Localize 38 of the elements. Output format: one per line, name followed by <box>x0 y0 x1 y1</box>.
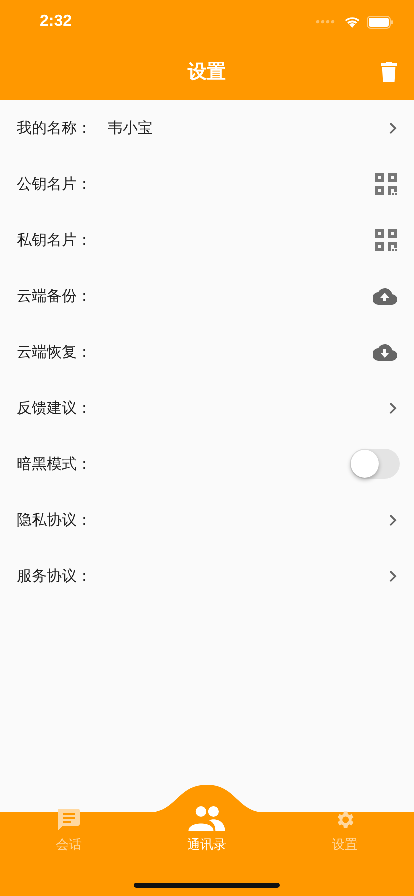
tab-label: 通讯录 <box>188 837 226 854</box>
qr-code-icon <box>375 173 397 195</box>
chat-icon <box>58 809 80 831</box>
status-time: 2:32 <box>40 13 72 31</box>
tab-label: 会话 <box>56 837 82 854</box>
tab-label: 设置 <box>332 837 358 854</box>
row-label: 反馈建议： <box>17 398 93 418</box>
row-label: 隐私协议： <box>17 510 93 530</box>
settings-row[interactable]: 我的名称： 韦小宝 <box>0 100 414 156</box>
settings-row[interactable]: 云端恢复： <box>0 324 414 380</box>
people-icon <box>188 806 226 831</box>
row-label: 公钥名片： <box>17 174 93 194</box>
page-title: 设置 <box>188 60 226 85</box>
row-label: 服务协议： <box>17 566 93 586</box>
dark-mode-toggle[interactable] <box>350 449 400 479</box>
chevron-icon <box>389 570 397 582</box>
settings-row[interactable]: 私钥名片： <box>0 212 414 268</box>
settings-row[interactable]: 公钥名片： <box>0 156 414 212</box>
row-value: 韦小宝 <box>108 118 153 138</box>
trash-icon[interactable] <box>381 62 397 82</box>
wifi-icon <box>344 16 361 28</box>
cloud-upload-icon <box>373 288 397 304</box>
qr-code-icon <box>375 229 397 251</box>
cloud-download-icon <box>373 344 397 360</box>
row-label: 私钥名片： <box>17 230 93 250</box>
battery-icon <box>367 16 394 28</box>
settings-row[interactable]: 服务协议： <box>0 548 414 604</box>
chevron-icon <box>389 122 397 134</box>
row-label: 暗黑模式： <box>17 454 93 474</box>
row-label: 云端备份： <box>17 286 93 306</box>
row-label: 我的名称： <box>17 118 93 138</box>
settings-row[interactable]: 隐私协议： <box>0 492 414 548</box>
chevron-icon <box>389 514 397 526</box>
settings-row[interactable]: 云端备份： <box>0 268 414 324</box>
settings-row[interactable]: 反馈建议： <box>0 380 414 436</box>
chevron-icon <box>389 402 397 414</box>
row-label: 云端恢复： <box>17 342 93 362</box>
settings-row[interactable]: 暗黑模式： <box>0 436 414 492</box>
